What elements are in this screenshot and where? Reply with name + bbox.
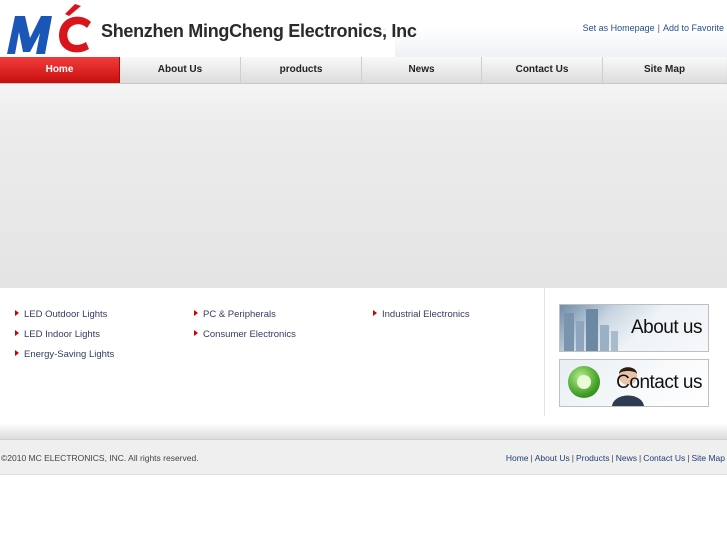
building-icon: [600, 325, 609, 351]
red-arrow-icon: [194, 310, 198, 317]
building-icon: [576, 321, 584, 351]
building-icon: [611, 331, 618, 351]
category-consumer-electronics[interactable]: Consumer Electronics: [194, 329, 296, 340]
contact-us-banner-label: Contact us: [616, 372, 702, 393]
footer-link-site-map[interactable]: Site Map: [691, 453, 725, 463]
footer: ©2010 MC ELECTRONICS, INC. All rights re…: [0, 440, 727, 475]
main-nav: Home About Us products News Contact Us S…: [0, 57, 727, 84]
nav-site-map[interactable]: Site Map: [603, 57, 726, 83]
category-led-indoor[interactable]: LED Indoor Lights: [15, 329, 100, 340]
footer-gradient: [0, 423, 727, 440]
red-arrow-icon: [15, 350, 19, 357]
footer-link-contact-us[interactable]: Contact Us: [643, 453, 685, 463]
about-us-banner[interactable]: About us: [559, 304, 709, 352]
mc-logo[interactable]: [5, 2, 97, 57]
top-links: Set as Homepage | Add to Favorite: [582, 23, 724, 33]
red-arrow-icon: [194, 330, 198, 337]
company-name: Shenzhen MingCheng Electronics, Inc: [101, 21, 417, 41]
banner-area: [0, 84, 727, 288]
nav-contact-us[interactable]: Contact Us: [482, 57, 603, 83]
contact-us-banner[interactable]: Contact us: [559, 359, 709, 407]
header: Shenzhen MingCheng Electronics, Inc Shen…: [0, 0, 727, 57]
red-arrow-icon: [373, 310, 377, 317]
vertical-divider: [544, 288, 545, 416]
category-pc-peripherals[interactable]: PC & Peripherals: [194, 309, 276, 320]
category-industrial-electronics[interactable]: Industrial Electronics: [373, 309, 470, 320]
nav-home[interactable]: Home: [0, 57, 120, 83]
set-homepage-link[interactable]: Set as Homepage: [583, 23, 655, 33]
copyright-text: ©2010 MC ELECTRONICS, INC. All rights re…: [1, 453, 199, 463]
footer-link-products[interactable]: Products: [576, 453, 610, 463]
footer-links: Home | About Us | Products | News | Contact Us | S…: [505, 453, 725, 463]
phone-icon: [568, 366, 600, 398]
building-icon: [586, 309, 598, 351]
red-arrow-icon: [15, 310, 19, 317]
about-us-banner-label: About us: [631, 317, 703, 338]
category-energy-saving[interactable]: Energy-Saving Lights: [15, 349, 114, 360]
nav-news[interactable]: News: [362, 57, 482, 83]
banner-divider: [0, 121, 727, 122]
category-led-outdoor[interactable]: LED Outdoor Lights: [15, 309, 107, 320]
footer-link-about-us[interactable]: About Us: [535, 453, 570, 463]
nav-products[interactable]: products: [241, 57, 362, 83]
nav-about-us[interactable]: About Us: [120, 57, 241, 83]
footer-link-home[interactable]: Home: [506, 453, 529, 463]
red-arrow-icon: [15, 330, 19, 337]
building-icon: [564, 313, 574, 351]
footer-link-news[interactable]: News: [616, 453, 637, 463]
add-favorite-link[interactable]: Add to Favorite: [663, 23, 724, 33]
